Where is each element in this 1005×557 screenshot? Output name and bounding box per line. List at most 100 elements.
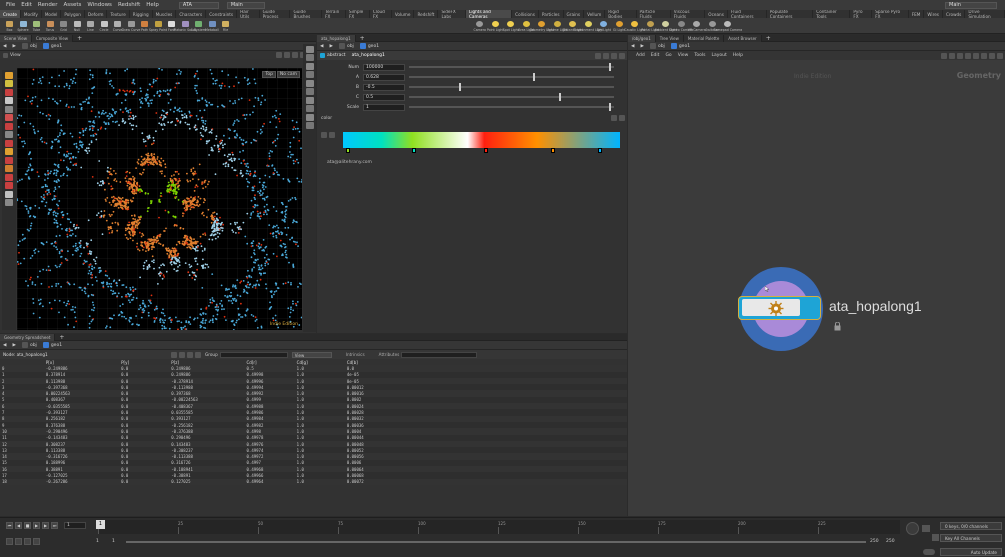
misc-tool-icon[interactable] — [5, 199, 13, 206]
tool-tube[interactable]: Tube — [30, 20, 43, 32]
ramp-key-marker[interactable] — [345, 148, 350, 153]
auto-update-toggle-icon[interactable] — [923, 549, 935, 555]
no-cam-dropdown[interactable]: No cam — [276, 71, 300, 78]
node-name-text[interactable]: ata_hopalong1 — [829, 298, 922, 314]
key-indicator-icon[interactable] — [906, 522, 919, 535]
go-start-icon[interactable]: ⏮ — [6, 522, 13, 529]
sheet-forward-icon[interactable]: ▶ — [12, 343, 15, 348]
net-back-icon[interactable]: ◀ — [631, 44, 634, 49]
net-tool-icon-3[interactable] — [957, 52, 963, 59]
param-slider-b[interactable] — [409, 83, 614, 91]
tool-sky-light[interactable]: Sky Light — [596, 20, 612, 32]
shelf-tab-deform[interactable]: Deform — [85, 10, 108, 18]
auto-update-button[interactable]: Auto Update — [940, 548, 1002, 556]
tool-spot-light[interactable]: Spot Light — [503, 20, 519, 32]
shelf-tab-redshift[interactable]: Redshift — [414, 10, 439, 18]
view-tool-icon[interactable] — [5, 131, 13, 138]
range-end2-field[interactable]: 250 — [886, 539, 898, 544]
snap-icon[interactable] — [276, 52, 282, 58]
rotate-tool-icon[interactable] — [5, 88, 13, 96]
shelf-tab-model[interactable]: Model — [42, 10, 62, 18]
shelf-tab-constraints[interactable]: Constraints — [206, 10, 238, 18]
shelf-tab-collisions[interactable]: Collisions — [512, 10, 539, 18]
tool-box[interactable]: Box — [3, 20, 16, 32]
hopalong-node[interactable] — [738, 296, 821, 320]
ramp-presets-icon[interactable] — [619, 115, 625, 121]
ramp-key-marker[interactable] — [484, 148, 489, 153]
lock-icon[interactable] — [305, 62, 314, 70]
color-ramp-bar[interactable] — [343, 132, 620, 148]
param-slider-scale[interactable] — [409, 103, 614, 111]
tool-environment-light[interactable]: Environment Light — [574, 20, 603, 32]
tab-scene-view[interactable]: Scene View — [0, 34, 32, 42]
group-input[interactable] — [219, 351, 288, 358]
net-tool-icon-4[interactable] — [965, 52, 971, 59]
shelf-tab-create[interactable]: Create — [0, 10, 21, 18]
key-all-button[interactable]: Key All Channels — [940, 534, 1002, 542]
shelf-tab-fem[interactable]: FEM — [909, 10, 925, 18]
slider-knob[interactable] — [559, 93, 561, 101]
shelf-tab-guide-process[interactable]: Guide Process — [260, 10, 291, 18]
param-path-obj[interactable]: obj — [347, 44, 354, 49]
tool-stereo-camera[interactable]: Stereo Camera — [669, 20, 693, 32]
tab-tree-view[interactable]: Tree View — [655, 34, 684, 42]
tab-material-palette[interactable]: Material Palette — [683, 34, 725, 42]
param-slider-c[interactable] — [409, 93, 614, 101]
tab-ata-hopalong[interactable]: ata_hopalong1 — [317, 34, 356, 42]
add-net-tab-icon[interactable]: + — [766, 35, 771, 42]
gear-icon[interactable] — [595, 52, 601, 59]
shelf-tab-sidefx-labs[interactable]: SideFX Labs — [438, 10, 466, 18]
light-tool-icon[interactable] — [5, 190, 13, 198]
range-start-field[interactable]: 1 — [96, 539, 112, 544]
channel-icon[interactable] — [922, 525, 930, 532]
tool-platonic-solids[interactable]: Platonic Solids — [173, 20, 197, 32]
net-tool-icon-8[interactable] — [997, 52, 1003, 59]
pose-tool-icon[interactable] — [5, 114, 13, 121]
point-icon[interactable] — [305, 88, 314, 95]
stop-icon[interactable]: ■ — [24, 522, 31, 529]
normal-icon[interactable] — [305, 96, 314, 104]
shelf-tab-particle-fluids[interactable]: Particle Fluids — [637, 10, 671, 18]
tool-torus[interactable]: Torus — [44, 20, 57, 32]
tool-point-light[interactable]: Point Light — [487, 20, 504, 32]
main-context-dropdown[interactable]: Main — [226, 1, 265, 9]
measure-tool-icon[interactable] — [5, 148, 13, 155]
display-icon[interactable] — [292, 52, 298, 58]
build-dropdown[interactable]: Main — [945, 1, 997, 9]
menu-windows[interactable]: Windows — [87, 2, 112, 8]
range-start2-field[interactable]: 1 — [112, 539, 122, 544]
tool-null[interactable]: Null — [71, 20, 84, 32]
param-back-icon[interactable]: ◀ — [320, 44, 323, 49]
points-mode-icon[interactable] — [171, 351, 177, 358]
prims-mode-icon[interactable] — [187, 351, 193, 358]
tool-draw-curve[interactable]: Draw Curve — [122, 20, 140, 32]
view-dropdown[interactable]: View — [291, 351, 332, 358]
path-geo[interactable]: geo1 — [51, 44, 62, 49]
attributes-filter-input[interactable] — [401, 351, 478, 358]
ramp-key-marker[interactable] — [412, 148, 417, 153]
net-menu-go[interactable]: Go — [665, 53, 671, 58]
shading-icon[interactable] — [305, 54, 314, 61]
shelf-tab-viscous-fluids[interactable]: Viscous Fluids — [671, 10, 706, 18]
playhead-marker[interactable]: 1 — [96, 520, 105, 529]
ghost-icon[interactable] — [305, 71, 314, 78]
param-field-num[interactable]: 100000 — [363, 63, 405, 71]
shelf-tab-oceans[interactable]: Oceans — [705, 10, 728, 18]
tool-caustic-light[interactable]: Caustic Light — [624, 20, 645, 32]
shadow-icon[interactable] — [305, 113, 314, 121]
desktop-dropdown[interactable]: ATA — [178, 1, 219, 9]
sheet-back-icon[interactable]: ◀ — [3, 343, 6, 348]
net-tool-icon-6[interactable] — [981, 52, 987, 59]
param-slider-num[interactable] — [409, 63, 614, 71]
shelf-tab-guide-brushes[interactable]: Guide Brushes — [290, 10, 323, 18]
ramp-key-marker[interactable] — [550, 148, 555, 153]
shelf-tab-wires[interactable]: Wires — [924, 10, 943, 18]
add-tab-icon[interactable]: + — [77, 35, 82, 42]
shelf-tab-volume[interactable]: Volume — [392, 10, 415, 18]
node-lock-icon[interactable] — [834, 321, 841, 331]
net-tool-icon-7[interactable] — [989, 52, 995, 59]
vertices-mode-icon[interactable] — [179, 351, 185, 358]
camera-icon-2[interactable] — [305, 122, 314, 129]
go-end-icon[interactable]: ⏭ — [51, 522, 58, 529]
param-field-a[interactable]: 0.628 — [363, 73, 405, 81]
